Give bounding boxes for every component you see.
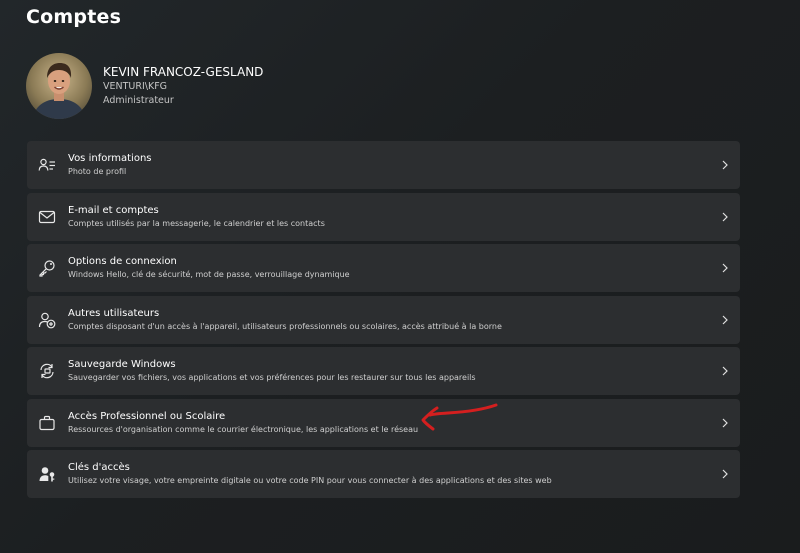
key-icon: [27, 259, 67, 277]
settings-list: Vos informations Photo de profil E-mail …: [27, 141, 740, 502]
settings-item-description: Utilisez votre visage, votre empreinte d…: [68, 476, 552, 485]
settings-item-description: Comptes disposant d'un accès à l'apparei…: [68, 321, 502, 331]
backup-sync-icon: [27, 362, 67, 380]
profile-role: Administrateur: [103, 95, 174, 106]
chevron-right-icon: [710, 469, 740, 479]
settings-item-vos-informations[interactable]: Vos informations Photo de profil: [27, 141, 740, 189]
settings-item-description: Ressources d'organisation comme le courr…: [68, 424, 419, 434]
profile-account: VENTURI\KFG: [103, 81, 168, 92]
chevron-right-icon: [710, 315, 740, 325]
settings-item-windows-backup[interactable]: Sauvegarde Windows Sauvegarder vos fichi…: [27, 347, 740, 395]
page-title: Comptes: [26, 6, 122, 28]
chevron-right-icon: [710, 160, 740, 170]
person-add-icon: [27, 311, 67, 329]
avatar[interactable]: [26, 53, 92, 119]
settings-item-sign-in-options[interactable]: Options de connexion Windows Hello, clé …: [27, 244, 740, 292]
settings-item-other-users[interactable]: Autres utilisateurs Comptes disposant d'…: [27, 295, 740, 344]
settings-item-description: Comptes utilisés par la messagerie, le c…: [68, 218, 325, 228]
chevron-right-icon: [710, 366, 740, 376]
settings-item-email-accounts[interactable]: E-mail et comptes Comptes utilisés par l…: [27, 192, 740, 241]
settings-item-title: Vos informations: [68, 153, 152, 164]
person-key-icon: [27, 465, 67, 483]
settings-item-description: Photo de profil: [68, 167, 127, 176]
settings-item-title: Accès Professionnel ou Scolaire: [68, 410, 226, 422]
briefcase-icon: [27, 414, 67, 432]
settings-item-title: Clés d'accès: [68, 462, 130, 473]
chevron-right-icon: [710, 263, 740, 273]
settings-item-title: Autres utilisateurs: [68, 307, 160, 319]
settings-item-title: Sauvegarde Windows: [68, 359, 176, 370]
settings-item-title: E-mail et comptes: [68, 204, 159, 216]
mail-icon: [27, 208, 67, 226]
settings-item-work-school-access[interactable]: Accès Professionnel ou Scolaire Ressourc…: [27, 398, 740, 447]
person-info-icon: [27, 156, 67, 174]
user-profile: KEVIN FRANCOZ-GESLAND VENTURI\KFG Admini…: [26, 52, 263, 120]
profile-name: KEVIN FRANCOZ-GESLAND: [103, 65, 264, 79]
settings-item-title: Options de connexion: [68, 256, 177, 267]
chevron-right-icon: [710, 418, 740, 428]
settings-item-description: Sauvegarder vos fichiers, vos applicatio…: [68, 373, 476, 382]
chevron-right-icon: [710, 212, 740, 222]
settings-item-description: Windows Hello, clé de sécurité, mot de p…: [68, 270, 350, 279]
settings-item-passkeys[interactable]: Clés d'accès Utilisez votre visage, votr…: [27, 450, 740, 498]
